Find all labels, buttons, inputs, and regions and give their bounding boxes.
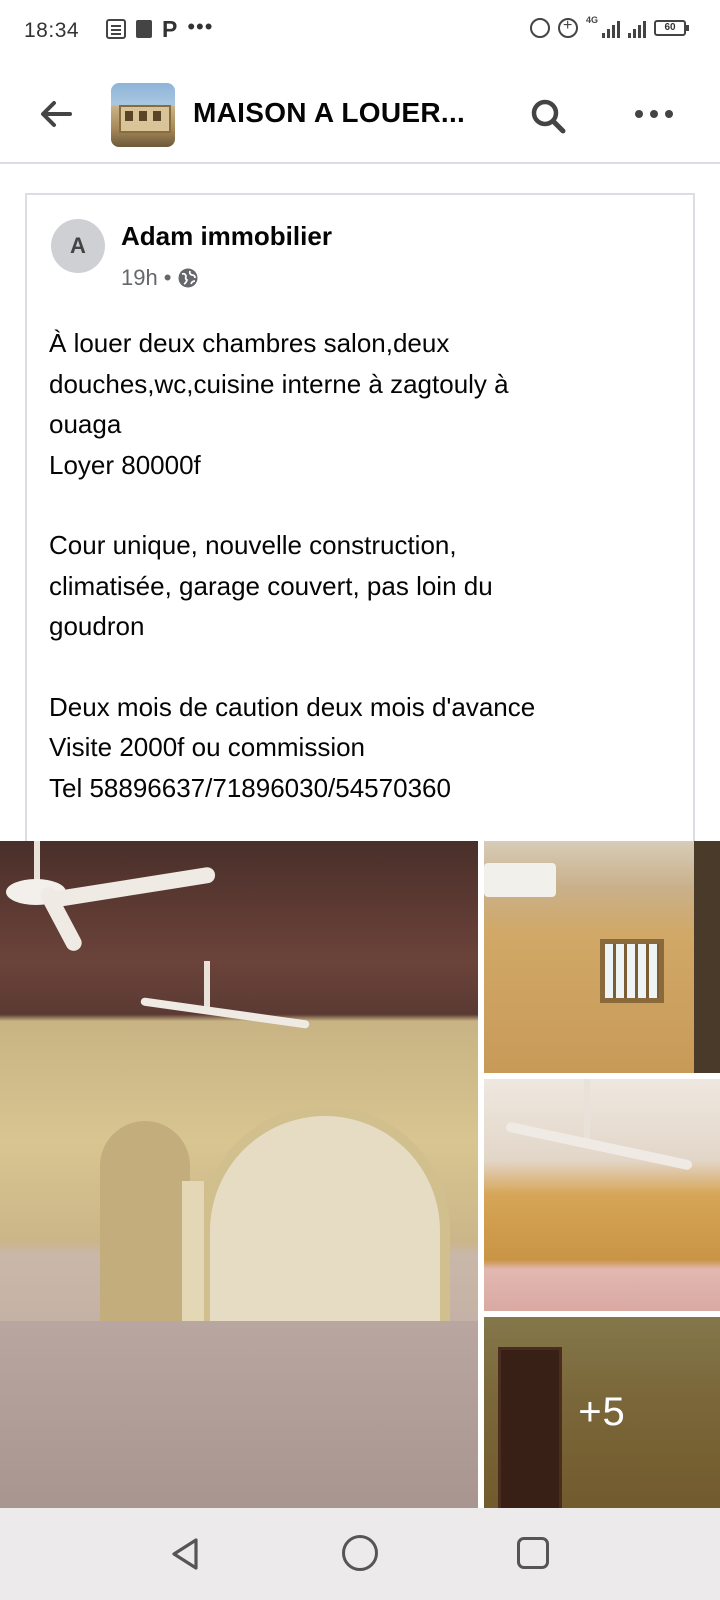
meta-separator: •	[163, 265, 172, 290]
globe-icon	[178, 268, 198, 288]
alarm-icon	[529, 18, 550, 38]
status-bar: 18:34 P ••• 4G 60	[0, 0, 720, 64]
post-time[interactable]: 19h	[121, 265, 158, 291]
post-line: Deux mois de caution deux mois d'avance	[49, 691, 536, 722]
signal-icon-2	[628, 18, 646, 38]
air-conditioner	[484, 863, 556, 897]
post-line: Cour unique, nouvelle construction,	[49, 530, 457, 560]
more-icon[interactable]	[630, 100, 678, 128]
lock-icon	[136, 20, 152, 38]
more-photos-count[interactable]: +5	[484, 1317, 720, 1508]
floor	[0, 1321, 478, 1508]
system-nav-bar	[0, 1508, 720, 1600]
p-app-icon: P	[162, 16, 178, 42]
battery-icon: 60	[654, 20, 689, 36]
post-line: Tel 58896637/71896030/54570360	[49, 772, 451, 803]
group-thumbnail[interactable]	[111, 83, 175, 147]
post-line: À louer deux chambres salon,deux	[49, 328, 450, 358]
network-type: 4G	[585, 15, 598, 25]
post-meta: 19h •	[121, 265, 199, 291]
signal-icon	[602, 18, 620, 38]
nav-back-icon[interactable]	[168, 1536, 202, 1572]
post-photo-2[interactable]	[484, 841, 720, 1073]
back-arrow-icon[interactable]	[36, 94, 76, 134]
post-photo-3[interactable]	[484, 1079, 720, 1311]
post-line: Visite 2000f ou commission	[49, 732, 366, 762]
notification-icons: P •••	[106, 14, 214, 42]
post-photo-main[interactable]	[0, 841, 478, 1508]
app-header: MAISON A LOUER...	[0, 64, 720, 164]
post-line: Loyer 80000f	[49, 449, 201, 480]
post-text: À louer deux chambres salon,deux douches…	[49, 323, 679, 808]
document-icon	[106, 19, 126, 39]
data-saver-icon	[557, 17, 578, 38]
nav-recents-icon[interactable]	[517, 1537, 549, 1569]
post-photo-4[interactable]: +5	[484, 1317, 720, 1508]
avatar[interactable]: A	[51, 219, 105, 273]
more-notifications-icon: •••	[187, 14, 214, 39]
post-card: A Adam immobilier 19h • À louer deux cha…	[25, 193, 695, 841]
post-line: climatisée, garage couvert, pas loin du	[49, 570, 493, 601]
post-line: douches,wc,cuisine interne à zagtouly à	[49, 368, 509, 399]
post-author[interactable]: Adam immobilier	[121, 221, 332, 252]
page-title[interactable]: MAISON A LOUER...	[193, 97, 465, 129]
arch-left	[100, 1121, 190, 1351]
nav-home-icon[interactable]	[342, 1535, 378, 1571]
post-line: goudron	[49, 611, 145, 641]
system-icons: 4G 60	[529, 15, 689, 38]
door-frame	[694, 841, 720, 1073]
status-time: 18:34	[24, 19, 80, 42]
post-line: ouaga	[49, 409, 122, 439]
window	[600, 939, 664, 1003]
search-icon[interactable]	[528, 96, 568, 136]
